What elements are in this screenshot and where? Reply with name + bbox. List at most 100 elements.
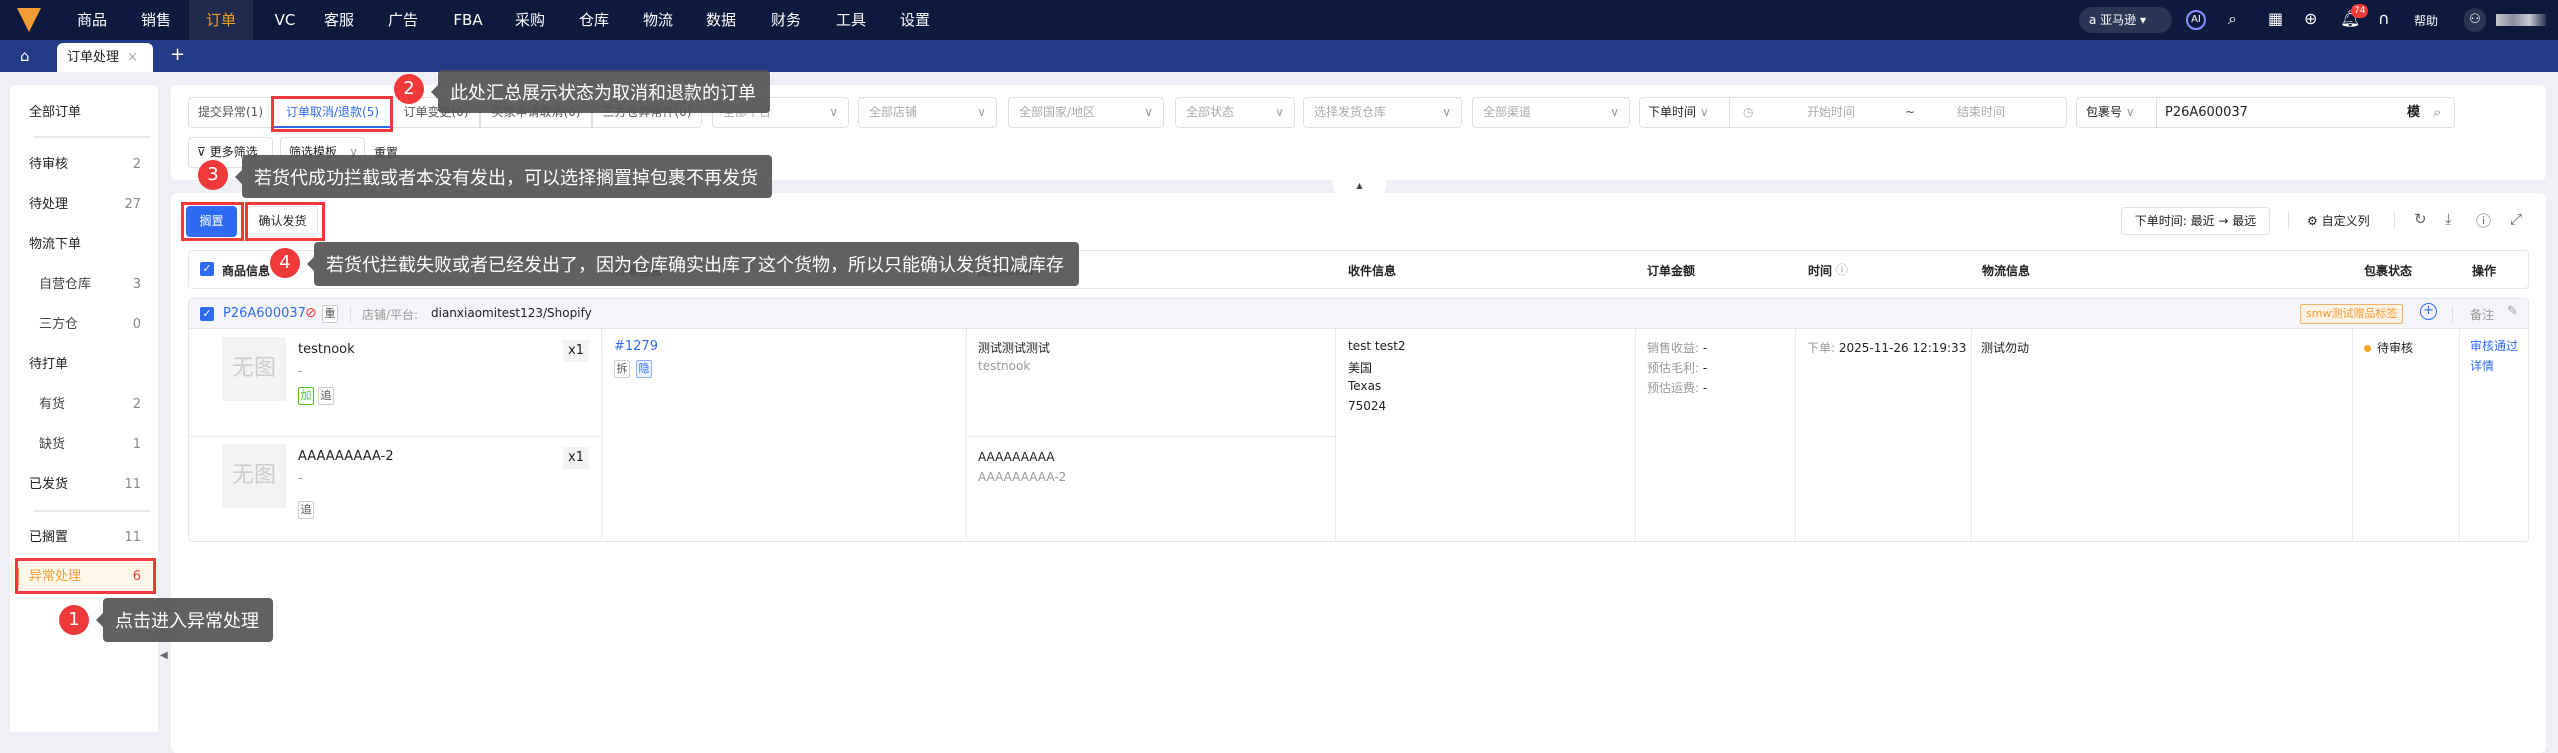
add-tag-icon[interactable]: + (2420, 303, 2437, 320)
search-type-select[interactable]: 包裹号 ∨ (2086, 98, 2135, 127)
nav-item-11[interactable]: 财务 (758, 0, 814, 40)
date-range[interactable]: 下单时间 ∨ ◷ 开始时间 ~ 结束时间 (1639, 97, 2067, 128)
product-title: 测试测试测试 (978, 341, 1051, 355)
product-sku: AAAAAAAAA-2 (978, 470, 1067, 484)
search-icon[interactable]: ⌕ (2228, 9, 2237, 29)
blocked-icon: ⊘ (305, 305, 317, 321)
sidebar-item-5[interactable]: 三方仓 0 (10, 315, 158, 335)
tab-bar: ⌂ 订单处理 × + (0, 40, 2558, 72)
order-number-link[interactable]: #1279 (614, 339, 658, 354)
sidebar-item-1[interactable]: 待审核 2 (10, 155, 158, 175)
sidebar-item-3[interactable]: 物流下单 (10, 235, 158, 255)
nav-item-2[interactable]: 订单 (189, 0, 253, 40)
ai-icon[interactable]: AI (2186, 10, 2206, 30)
package-id-link[interactable]: P26A600037 (223, 306, 306, 321)
column-header-0: 商品信息 (222, 264, 271, 278)
edit-icon[interactable]: ✎ (2507, 304, 2518, 319)
home-icon[interactable]: ⌂ (20, 47, 30, 65)
download-icon[interactable]: ⊕ (2304, 9, 2317, 28)
approve-link[interactable]: 审核通过 (2470, 337, 2518, 354)
logo-icon[interactable] (17, 8, 41, 32)
column-header-8: 操作 (2472, 264, 2497, 278)
sidebar-item-9[interactable]: 已发货 11 (10, 475, 158, 495)
download-icon[interactable]: ⤓ (2445, 210, 2452, 228)
column-header-4: 订单金额 (1647, 264, 1696, 278)
recipient-line: test test2 (1348, 339, 1406, 353)
recipient-line: Texas (1348, 379, 1382, 393)
nav-item-7[interactable]: 采购 (502, 0, 558, 40)
nav-item-5[interactable]: 广告 (375, 0, 431, 40)
nav-item-1[interactable]: 销售 (128, 0, 184, 40)
search-input[interactable]: P26A600037 (2165, 98, 2248, 127)
details-link[interactable]: 详情 (2470, 357, 2494, 374)
product-name[interactable]: AAAAAAAAA-2 (298, 449, 394, 464)
column-header-5[interactable]: 时间 (1808, 262, 1832, 279)
highlight-confirm-ship (245, 202, 325, 241)
sidebar-item-7[interactable]: 有货 2 (10, 395, 158, 415)
recipient-line: 美国 (1348, 361, 1373, 375)
order-card (188, 298, 2529, 542)
nav-item-0[interactable]: 商品 (64, 0, 120, 40)
time-type-select[interactable]: 下单时间 ∨ (1648, 98, 1709, 127)
close-icon[interactable]: × (127, 50, 138, 65)
sidebar-item-8[interactable]: 缺货 1 (10, 435, 158, 455)
highlight-shelve (181, 202, 244, 241)
collapse-filter-button[interactable]: ▲ (1333, 180, 1386, 193)
shop-name: dianxiaomitest123/Shopify (431, 306, 592, 320)
custom-columns-button[interactable]: ⚙ 自定义列 (2307, 212, 2370, 229)
sidebar-item-2[interactable]: 待处理 27 (10, 195, 158, 215)
search-group: 包裹号 ∨ P26A600037 模 ⌕ (2076, 97, 2455, 128)
help-icon[interactable]: ⓘ (2476, 210, 2491, 231)
channel-select[interactable]: 全部渠道 ∨ (1472, 97, 1630, 128)
start-date-input[interactable]: 开始时间 (1807, 98, 1855, 127)
annotation-3-tooltip: 若货代成功拦截或者本没有发出，可以选择搁置掉包裹不再发货 (235, 155, 772, 198)
help-icon[interactable]: ⓘ (1836, 261, 1848, 278)
platform-switch[interactable]: a 亚马逊 ▾ (2079, 7, 2172, 33)
split-tag: 拆 (614, 360, 630, 378)
fullscreen-icon[interactable]: ⤢ (2510, 210, 2522, 228)
sort-button[interactable]: 下单时间: 最近 → 最远 (2121, 207, 2270, 235)
end-date-input[interactable]: 结束时间 (1957, 98, 2005, 127)
notification-badge: 74 (2351, 4, 2369, 18)
top-nav: 商品 销售 订单 VC 客服 广告 FBA 采购 仓库 物流 数据 财务 工具 设置 a 亚马逊 ▾ AI… (0, 0, 2558, 40)
nav-item-10[interactable]: 数据 (693, 0, 749, 40)
duplicate-tag: 重 (322, 305, 338, 323)
country-select[interactable]: 全部国家/地区 ∨ (1008, 97, 1164, 128)
annotation-4-marker: 4 (270, 248, 300, 278)
help-link[interactable]: 帮助 (2414, 12, 2438, 29)
nav-item-13[interactable]: 设置 (887, 0, 943, 40)
search-icon[interactable]: ⌕ (2433, 98, 2441, 127)
order-checkbox[interactable]: ✓ (200, 307, 214, 321)
sidebar-item-6[interactable]: 待打单 (10, 355, 158, 375)
annotation-2-marker: 2 (394, 74, 424, 104)
fuzzy-toggle[interactable]: 模 (2407, 98, 2420, 127)
nav-item-12[interactable]: 工具 (823, 0, 879, 40)
sidebar-collapse-icon[interactable]: ◀ (160, 650, 168, 661)
product-tag: 加 (298, 387, 314, 405)
status-select[interactable]: 全部状态 ∨ (1175, 97, 1295, 128)
nav-item-8[interactable]: 仓库 (566, 0, 622, 40)
sidebar-item-0[interactable]: 全部订单 (10, 103, 158, 123)
shop-select[interactable]: 全部店铺 ∨ (858, 97, 997, 128)
remark-label[interactable]: 备注 (2470, 306, 2494, 323)
order-tag: smw测试赠品标签 (2300, 304, 2404, 324)
product-tag: 追 (318, 387, 334, 405)
sidebar-item-10[interactable]: 已搁置 11 (10, 528, 158, 548)
headset-icon[interactable]: ∩ (2378, 9, 2390, 28)
segment-tab-0[interactable]: 提交异常(1) (188, 97, 273, 128)
apps-icon[interactable]: ▦ (2268, 9, 2283, 28)
column-header-6: 物流信息 (1982, 264, 2031, 278)
nav-item-6[interactable]: FBA (440, 0, 496, 40)
package-status: 待审核 (2364, 339, 2413, 356)
avatar[interactable]: ⚇ (2464, 8, 2486, 32)
nav-item-9[interactable]: 物流 (630, 0, 686, 40)
nav-item-3[interactable]: VC (257, 0, 313, 40)
select-all-checkbox[interactable]: ✓ (200, 262, 214, 276)
sidebar-item-4[interactable]: 自营仓库 3 (10, 275, 158, 295)
product-name[interactable]: testnook (298, 342, 355, 357)
tab-order-processing[interactable]: 订单处理 × (57, 43, 153, 72)
add-tab-button[interactable]: + (170, 44, 185, 65)
refresh-icon[interactable]: ↻ (2414, 210, 2427, 228)
nav-item-4[interactable]: 客服 (311, 0, 367, 40)
warehouse-select[interactable]: 选择发货仓库 ∨ (1303, 97, 1462, 128)
